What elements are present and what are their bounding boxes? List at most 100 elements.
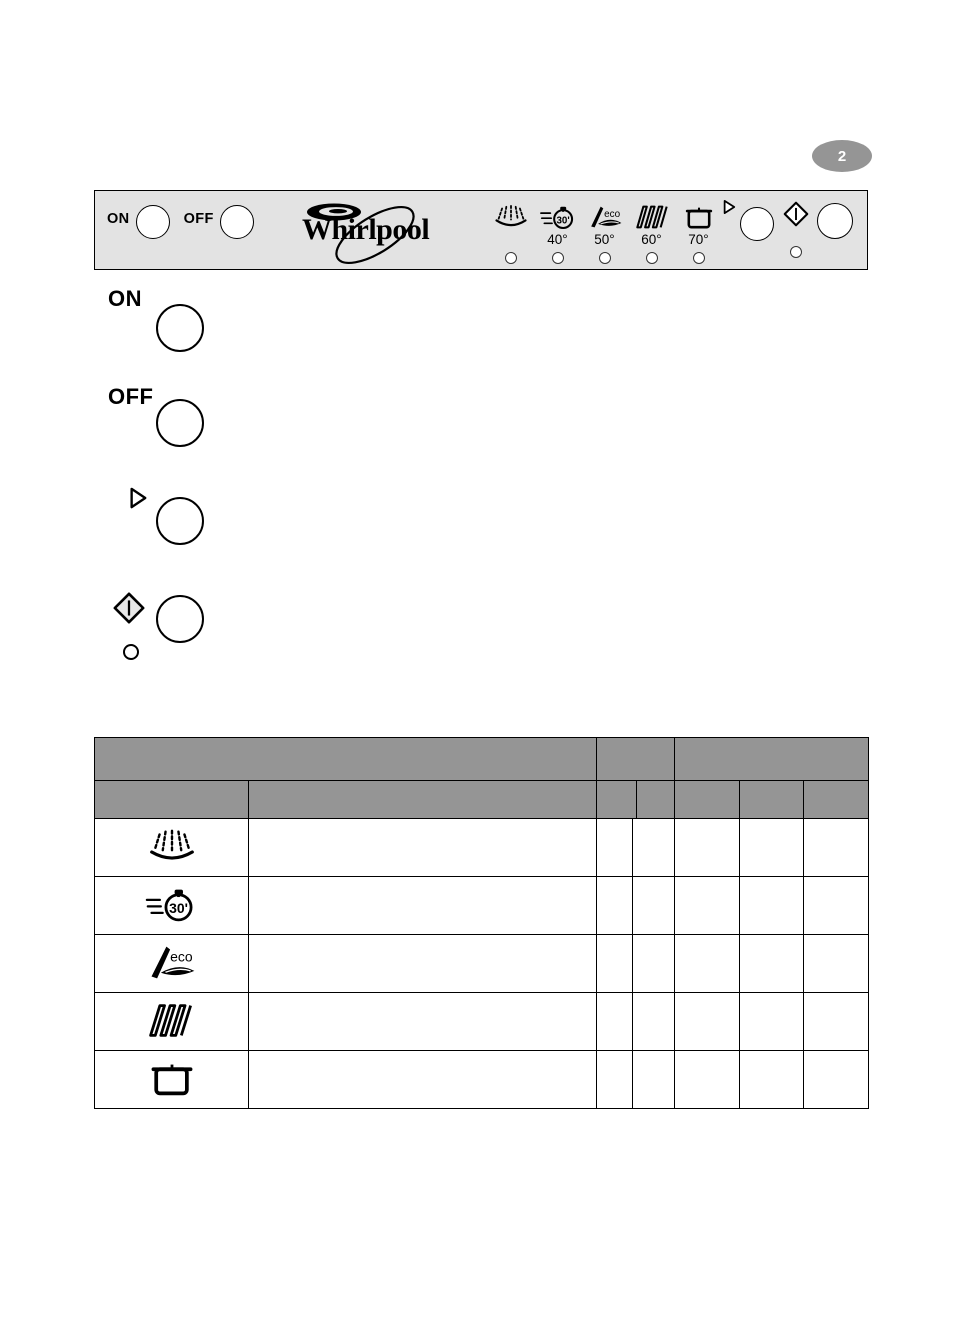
program-icons-group: 30' 40° eco 50° 60° 70° — [487, 197, 774, 264]
row-description-plates — [248, 992, 597, 1051]
plates-dishes-icon — [145, 1000, 199, 1044]
table-header-row-1 — [94, 737, 870, 781]
prewash-spray-icon — [494, 197, 528, 231]
play-triangle-icon — [722, 199, 736, 220]
header-programme-icon — [94, 780, 249, 819]
start-controls-group — [783, 201, 853, 258]
row-cell-option-a-prewash — [596, 818, 633, 877]
row-cell-option-a-pots — [596, 1050, 633, 1109]
row-cell-water-rapid30 — [739, 876, 804, 935]
header-consumption-group — [673, 737, 870, 781]
header-duration — [674, 780, 740, 819]
eco-leaf-icon: eco — [586, 197, 624, 231]
program-led-pots — [692, 252, 705, 264]
program-temp-pots: 70° — [688, 232, 709, 247]
program-option-prewash[interactable] — [487, 197, 534, 264]
legend-button-start[interactable] — [156, 595, 204, 643]
header-programme-group — [94, 737, 597, 781]
row-cell-water-prewash — [739, 818, 804, 877]
program-temp-rapid30: 40° — [547, 232, 568, 247]
start-indicator-light — [790, 246, 802, 258]
program-led-rapid30 — [551, 252, 564, 264]
row-cell-energy-eco — [802, 934, 870, 993]
programme-chart: 30' eco — [94, 737, 870, 1109]
legend-button-program[interactable] — [156, 497, 204, 545]
plates-dishes-icon — [633, 197, 671, 231]
row-cell-option-b-eco — [632, 934, 675, 993]
legend-button-on[interactable] — [156, 304, 204, 352]
header-split-divider — [635, 781, 637, 818]
legend-label-off: OFF — [108, 384, 154, 409]
panel-on-button[interactable] — [135, 205, 170, 239]
table-row: 30' — [94, 876, 870, 935]
row-cell-option-a-rapid30 — [596, 876, 633, 935]
program-option-rapid30[interactable]: 30' 40° — [534, 197, 581, 264]
row-cell-energy-pots — [802, 1050, 870, 1109]
row-icon-eco: eco — [94, 934, 249, 993]
row-description-rapid30 — [248, 876, 597, 935]
row-cell-option-b-prewash — [632, 818, 675, 877]
start-diamond-icon — [112, 591, 146, 630]
table-row — [94, 992, 870, 1051]
program-select-button[interactable] — [740, 207, 774, 241]
row-cell-duration-prewash — [674, 818, 740, 877]
table-row — [94, 818, 870, 877]
program-temp-eco: 50° — [594, 232, 615, 247]
header-energy — [802, 780, 870, 819]
pots-pans-icon — [682, 197, 716, 231]
program-temp-plates: 60° — [641, 232, 662, 247]
row-cell-energy-plates — [802, 992, 870, 1051]
row-icon-prewash — [94, 818, 249, 877]
table-row — [94, 1050, 870, 1109]
row-cell-duration-eco — [674, 934, 740, 993]
row-cell-duration-rapid30 — [674, 876, 740, 935]
page-number-label: 2 — [837, 147, 847, 165]
row-cell-energy-prewash — [802, 818, 870, 877]
start-button[interactable] — [817, 203, 853, 239]
play-triangle-icon — [128, 486, 148, 515]
rapid-30-stopwatch-icon: 30' — [539, 197, 577, 231]
panel-on-label: ON — [107, 211, 130, 227]
start-diamond-icon — [783, 201, 809, 232]
program-option-eco[interactable]: eco 50° — [581, 197, 628, 264]
svg-text:30': 30' — [556, 215, 569, 226]
svg-text:eco: eco — [170, 948, 193, 964]
legend-label-on: ON — [108, 286, 142, 311]
pots-pans-icon — [146, 1058, 198, 1102]
whirlpool-logo: Whirlpool — [290, 195, 450, 267]
row-cell-water-eco — [739, 934, 804, 993]
legend-button-off[interactable] — [156, 399, 204, 447]
row-icon-pots — [94, 1050, 249, 1109]
row-cell-duration-pots — [674, 1050, 740, 1109]
panel-off-button[interactable] — [219, 205, 254, 239]
row-description-pots — [248, 1050, 597, 1109]
program-led-eco — [598, 252, 611, 264]
row-cell-option-b-plates — [632, 992, 675, 1051]
header-programme-description — [248, 780, 597, 819]
program-option-pots[interactable]: 70° — [675, 197, 722, 264]
program-led-prewash — [504, 252, 517, 264]
row-description-eco — [248, 934, 597, 993]
table-row: eco — [94, 934, 870, 993]
row-cell-option-b-pots — [632, 1050, 675, 1109]
row-cell-duration-plates — [674, 992, 740, 1051]
panel-off-label: OFF — [183, 211, 214, 227]
row-icon-plates — [94, 992, 249, 1051]
rapid-30-stopwatch-icon: 30' — [145, 884, 199, 928]
page-number-badge: 2 — [812, 140, 872, 172]
program-led-plates — [645, 252, 658, 264]
row-cell-option-a-plates — [596, 992, 633, 1051]
row-cell-energy-rapid30 — [802, 876, 870, 935]
eco-leaf-icon: eco — [145, 942, 199, 986]
legend-start-indicator-light — [123, 644, 139, 660]
prewash-spray-icon — [148, 827, 196, 869]
table-header-row-2 — [94, 780, 870, 819]
svg-text:eco: eco — [604, 209, 620, 220]
svg-text:30': 30' — [169, 899, 188, 915]
row-cell-option-a-eco — [596, 934, 633, 993]
svg-text:Whirlpool: Whirlpool — [302, 213, 429, 246]
program-option-plates[interactable]: 60° — [628, 197, 675, 264]
row-description-prewash — [248, 818, 597, 877]
program-select-group — [722, 197, 774, 241]
row-cell-water-pots — [739, 1050, 804, 1109]
